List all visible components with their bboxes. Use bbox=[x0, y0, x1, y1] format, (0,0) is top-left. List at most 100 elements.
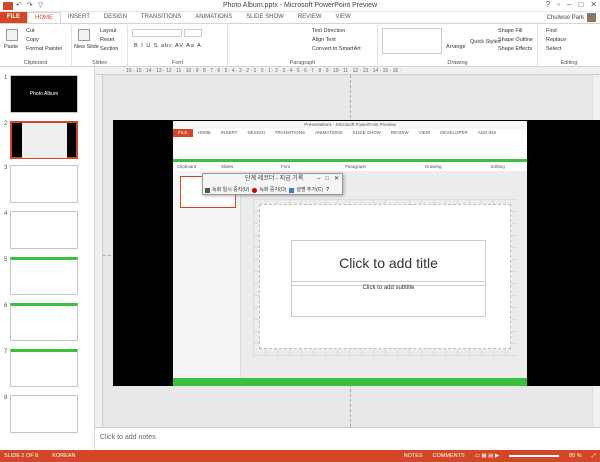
add-comment-button[interactable]: 설명 추가(C) bbox=[289, 185, 323, 195]
inner-tab: INSERT bbox=[221, 130, 238, 135]
quick-styles-button[interactable]: Quick Styles bbox=[470, 39, 501, 45]
shapes-gallery[interactable] bbox=[382, 28, 442, 54]
inner-title: Presentation1 - Microsoft PowerPoint Pre… bbox=[173, 121, 527, 129]
font-size-box[interactable] bbox=[184, 29, 202, 37]
inner-tab: DESIGN bbox=[247, 130, 265, 135]
maximize-button[interactable]: □ bbox=[578, 0, 583, 9]
copy-button[interactable]: Copy bbox=[26, 37, 39, 43]
shape-fill-button[interactable]: Shape Fill bbox=[498, 28, 522, 34]
shape-effects-button[interactable]: Shape Effects bbox=[498, 46, 532, 52]
arrange-button[interactable]: Arrange bbox=[446, 44, 466, 50]
recorder-close-button[interactable]: ✕ bbox=[334, 174, 339, 185]
window-title: Photo Album.pptx - Microsoft PowerPoint … bbox=[222, 2, 378, 9]
comments-button[interactable]: COMMENTS bbox=[433, 453, 465, 459]
select-button[interactable]: Select bbox=[546, 46, 561, 52]
thumb-number: 2 bbox=[4, 121, 8, 127]
recorder-minimize-button[interactable]: – bbox=[317, 174, 320, 185]
zoom-slider[interactable] bbox=[509, 455, 560, 457]
minimize-button[interactable]: – bbox=[567, 0, 571, 9]
inner-ribbon bbox=[173, 137, 527, 161]
thumb-content bbox=[22, 123, 67, 158]
text-direction-button[interactable]: Text Direction bbox=[312, 28, 345, 34]
thumb-number: 5 bbox=[4, 257, 8, 263]
thumb-number: 1 bbox=[4, 75, 8, 81]
slide-thumbnail-8[interactable] bbox=[10, 395, 78, 433]
recorder-maximize-button[interactable]: □ bbox=[325, 174, 329, 185]
section-button[interactable]: Section bbox=[100, 46, 118, 52]
font-name-box[interactable] bbox=[132, 29, 182, 37]
paste-icon[interactable] bbox=[6, 29, 18, 41]
inner-tab-file: FILE bbox=[173, 129, 193, 137]
paragraph-group: Text Direction Align Text Convert to Sma… bbox=[228, 25, 378, 67]
tab-file[interactable]: FILE bbox=[0, 12, 27, 23]
new-slide-button[interactable]: New Slide bbox=[74, 44, 99, 50]
thumb-caption: Photo Album bbox=[29, 91, 59, 97]
layout-button[interactable]: Layout bbox=[100, 28, 117, 34]
paragraph-label: Paragraph bbox=[289, 60, 316, 66]
tab-transitions[interactable]: TRANSITIONS bbox=[134, 12, 188, 23]
new-slide-icon[interactable] bbox=[78, 29, 90, 41]
slide-thumbnail-1[interactable]: Photo Album bbox=[10, 75, 78, 113]
inner-group-label: Paragraph bbox=[345, 164, 367, 169]
user-account[interactable]: Chulwoo Park bbox=[547, 12, 596, 23]
recorder-help-button[interactable]: ? bbox=[326, 185, 329, 195]
stop-record-button[interactable]: 녹화 중지(O) bbox=[252, 185, 286, 195]
ribbon-tabs: FILE HOME INSERT DESIGN TRANSITIONS ANIM… bbox=[0, 12, 600, 23]
replace-button[interactable]: Replace bbox=[546, 37, 566, 43]
status-bar: SLIDE 2 OF 8 KOREAN NOTES COMMENTS ▭ ▦ ▤… bbox=[0, 450, 600, 462]
paste-button[interactable]: Paste bbox=[4, 44, 18, 50]
reset-button[interactable]: Reset bbox=[100, 37, 114, 43]
tab-slide-show[interactable]: SLIDE SHOW bbox=[239, 12, 291, 23]
tab-review[interactable]: REVIEW bbox=[291, 12, 329, 23]
tab-home[interactable]: HOME bbox=[27, 12, 61, 23]
close-button[interactable]: ✕ bbox=[590, 0, 597, 9]
steps-recorder-window[interactable]: 단계 레코더 - 지금 기록 – □ ✕ 녹화 일시 중지(U) 녹화 중지(O… bbox=[202, 173, 343, 195]
ribbon-display-icon[interactable]: ▫ bbox=[557, 0, 560, 9]
title-placeholder[interactable]: Click to add title bbox=[291, 240, 486, 286]
pause-icon bbox=[205, 187, 210, 193]
inner-tab: ADD-INS bbox=[477, 130, 497, 135]
slide-thumbnail-4[interactable] bbox=[10, 211, 78, 249]
clipboard-group: Paste Cut Copy Format Painter Clipboard bbox=[0, 25, 72, 67]
tab-view[interactable]: VIEW bbox=[329, 12, 358, 23]
align-text-button[interactable]: Align Text bbox=[312, 37, 336, 43]
title-bar: ↶ ↷ ▽ Photo Album.pptx - Microsoft Power… bbox=[0, 0, 600, 12]
font-format-buttons[interactable]: B I U S abc AV Aa A bbox=[134, 43, 202, 49]
vertical-ruler bbox=[95, 75, 103, 427]
tab-insert[interactable]: INSERT bbox=[61, 12, 97, 23]
view-buttons[interactable]: ▭ ▦ ▤ ▶ bbox=[475, 453, 499, 459]
notes-button[interactable]: NOTES bbox=[404, 453, 423, 459]
fit-slide-icon[interactable]: ⤢ bbox=[592, 453, 596, 460]
pause-record-button[interactable]: 녹화 일시 중지(U) bbox=[205, 185, 249, 195]
inner-tab: REVIEW bbox=[390, 130, 409, 135]
add-comment-label: 설명 추가(C) bbox=[296, 187, 324, 193]
slide-thumbnail-5[interactable] bbox=[10, 257, 78, 295]
inner-tab: SLIDE SHOW bbox=[352, 130, 381, 135]
editing-label: Editing bbox=[560, 60, 578, 66]
inner-group-label: Font bbox=[281, 164, 291, 169]
slide-thumbnail-2[interactable] bbox=[10, 121, 78, 159]
inner-tabs: FILE HOME INSERT DESIGN TRANSITIONS ANIM… bbox=[173, 129, 527, 137]
subtitle-placeholder[interactable]: Click to add subtitle bbox=[291, 281, 486, 317]
thumb-number: 7 bbox=[4, 349, 8, 355]
slide-thumbnail-6[interactable] bbox=[10, 303, 78, 341]
shape-outline-button[interactable]: Shape Outline bbox=[498, 37, 533, 43]
clipboard-label: Clipboard bbox=[23, 60, 48, 66]
help-icon[interactable]: ? bbox=[546, 0, 550, 9]
tab-design[interactable]: DESIGN bbox=[97, 12, 134, 23]
zoom-level[interactable]: 80 % bbox=[569, 453, 582, 459]
avatar bbox=[587, 13, 596, 22]
thumb-number: 3 bbox=[4, 165, 8, 171]
format-painter-button[interactable]: Format Painter bbox=[26, 46, 62, 52]
inner-group-label: Drawing bbox=[425, 164, 442, 169]
convert-smartart-button[interactable]: Convert to SmartArt bbox=[312, 46, 361, 52]
tab-animations[interactable]: ANIMATIONS bbox=[188, 12, 239, 23]
find-button[interactable]: Find bbox=[546, 28, 557, 34]
notes-pane[interactable]: Click to add notes bbox=[95, 427, 600, 450]
inner-tab: ANIMATIONS bbox=[314, 130, 343, 135]
slide-thumbnail-7[interactable] bbox=[10, 349, 78, 387]
ruler-ticks: · 16 · 15 · 14 · 13 · 12 · 11 · 10 · 9 ·… bbox=[123, 68, 402, 74]
cut-button[interactable]: Cut bbox=[26, 28, 35, 34]
slide-thumbnail-3[interactable] bbox=[10, 165, 78, 203]
language-indicator[interactable]: KOREAN bbox=[52, 453, 75, 459]
